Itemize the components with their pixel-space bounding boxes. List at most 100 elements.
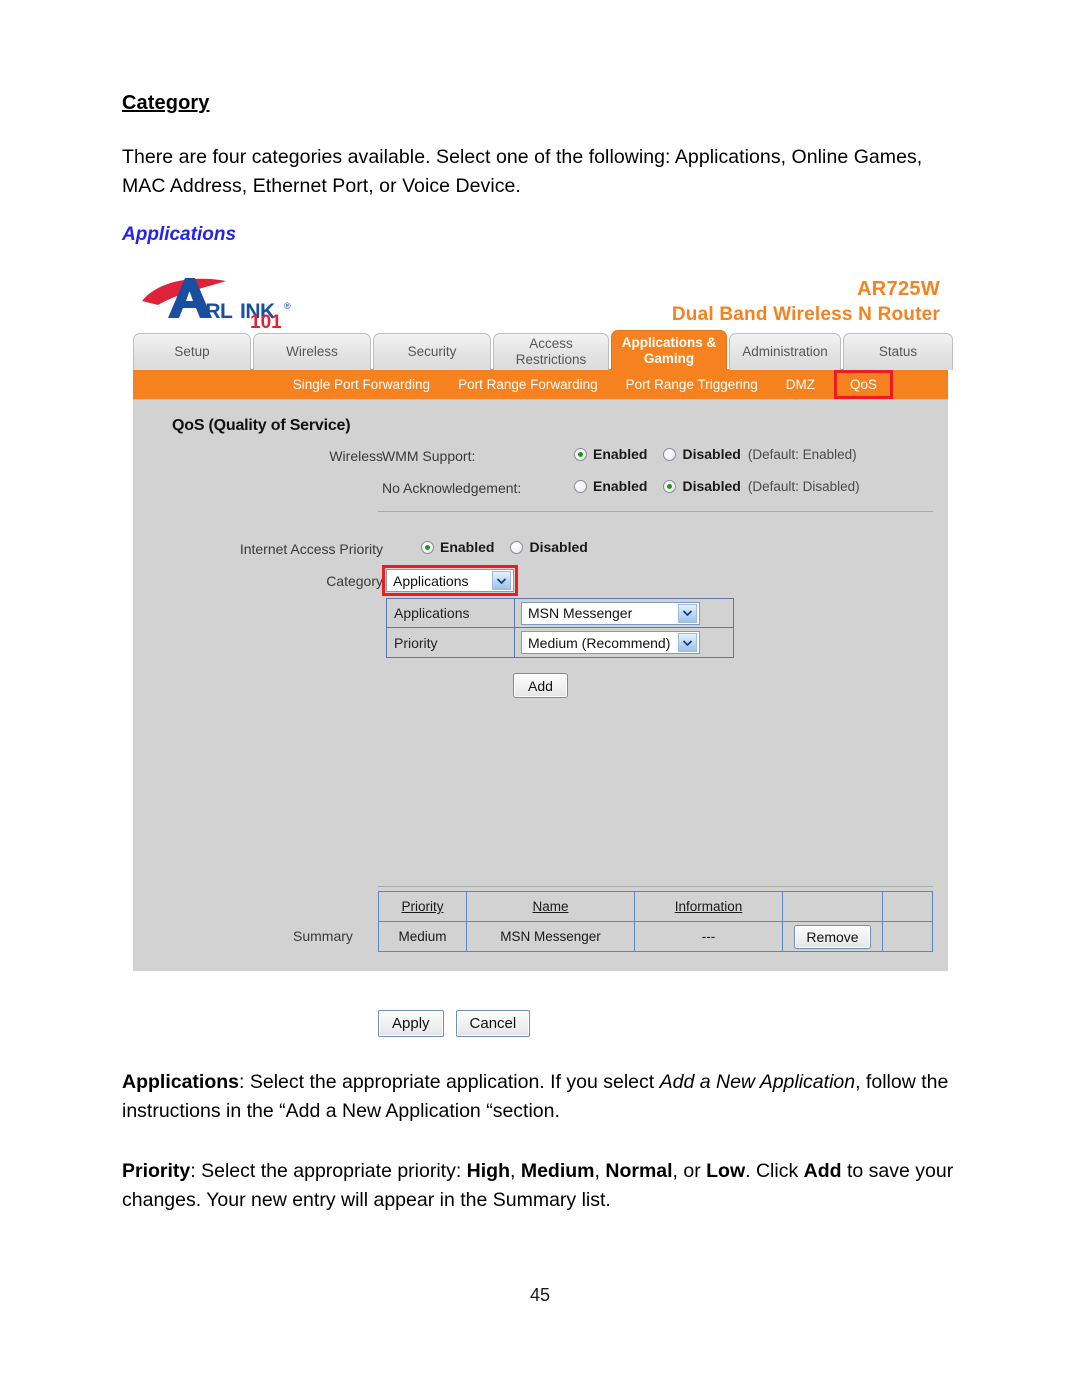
category-label: Category	[326, 573, 383, 589]
priority-row-value-cell: Medium (Recommend)	[515, 628, 733, 657]
tab-setup[interactable]: Setup	[133, 333, 251, 370]
applications-row-value-cell: MSN Messenger	[515, 599, 733, 627]
subnav-qos[interactable]: QoS	[833, 369, 894, 399]
document-top-text: Category There are four categories avail…	[122, 0, 962, 246]
internet-access-priority-radio-group: Enabled Disabled	[421, 539, 595, 555]
tab-applications-and-gaming[interactable]: Applications & Gaming	[611, 330, 727, 370]
tab-status[interactable]: Status	[843, 333, 953, 370]
tab-security[interactable]: Security	[373, 333, 491, 370]
tab-access-restrictions[interactable]: Access Restrictions	[493, 333, 609, 370]
tab-administration[interactable]: Administration	[729, 333, 841, 370]
priority-select[interactable]: Medium (Recommend)	[521, 631, 700, 654]
intro-paragraph: There are four categories available. Sel…	[122, 146, 923, 197]
applications-note-italic: Add a New Application	[659, 1071, 856, 1093]
remove-button[interactable]: Remove	[794, 924, 871, 949]
iap-enabled-label: Enabled	[440, 539, 495, 555]
subnav-dmz[interactable]: DMZ	[786, 377, 815, 392]
summary-cell-information: ---	[634, 921, 783, 952]
priority-sep-1: ,	[510, 1160, 521, 1182]
summary-col-name: Name	[466, 891, 635, 922]
wmm-disabled-radio[interactable]	[663, 447, 677, 461]
summary-cell-action: Remove	[782, 921, 883, 952]
summary-col-action	[782, 891, 883, 922]
section-divider-top	[378, 511, 933, 512]
priority-select-value: Medium (Recommend)	[528, 634, 671, 651]
svg-text:IRL: IRL	[200, 300, 233, 323]
tab-wireless[interactable]: Wireless	[253, 333, 371, 370]
svg-text:®: ®	[284, 301, 291, 311]
wmm-enabled-radio[interactable]	[574, 447, 587, 461]
priority-note-paragraph: Priority: Select the appropriate priorit…	[122, 1157, 962, 1215]
priority-option-normal: Normal	[605, 1160, 673, 1182]
summary-col-priority: Priority	[378, 891, 467, 922]
wireless-section-label: Wireless	[329, 448, 383, 464]
svg-text:101: 101	[250, 312, 282, 329]
summary-label: Summary	[293, 928, 353, 944]
summary-col-blank	[882, 891, 933, 922]
applications-row-label: Applications	[387, 599, 515, 627]
applications-row: Applications MSN Messenger	[387, 599, 733, 628]
wmm-default-note: (Default: Enabled)	[747, 446, 857, 462]
main-tab-bar: Setup Wireless Security Access Restricti…	[133, 330, 953, 370]
no-ack-enabled-label: Enabled	[593, 478, 648, 494]
sub-navigation-bar: Single Port Forwarding Port Range Forwar…	[133, 369, 948, 399]
wmm-disabled-label: Disabled	[682, 446, 741, 462]
summary-cell-priority: Medium	[378, 921, 467, 952]
apply-button[interactable]: Apply	[378, 1010, 444, 1037]
summary-col-information: Information	[634, 891, 783, 922]
priority-sep-3: , or	[672, 1160, 707, 1182]
iap-disabled-radio[interactable]	[510, 540, 524, 554]
page-title: Category	[122, 92, 210, 114]
summary-cell-name: MSN Messenger	[466, 921, 635, 952]
priority-row: Priority Medium (Recommend)	[387, 628, 733, 657]
applications-note-term: Applications	[122, 1071, 240, 1093]
section-subheading: Applications	[122, 224, 237, 245]
qos-settings-panel: QoS (Quality of Service) Wireless WMM Su…	[133, 399, 948, 971]
wmm-enabled-label: Enabled	[593, 446, 648, 462]
priority-sep-2: ,	[594, 1160, 606, 1182]
cancel-button[interactable]: Cancel	[455, 1010, 531, 1037]
no-ack-disabled-label: Disabled	[682, 478, 741, 494]
table-row: Medium MSN Messenger --- Remove	[378, 921, 933, 952]
category-highlight-box	[382, 565, 518, 596]
panel-title: QoS (Quality of Service)	[172, 417, 351, 434]
summary-cell-blank	[882, 921, 933, 952]
summary-table: Priority Name Information Medium MSN Mes…	[378, 891, 933, 952]
no-ack-default-note: (Default: Disabled)	[747, 478, 860, 494]
applications-note-part1: : Select the appropriate application. If…	[239, 1071, 660, 1093]
no-ack-enabled-radio[interactable]	[574, 479, 587, 493]
priority-sep-4: . Click	[745, 1160, 804, 1182]
applications-select-value: MSN Messenger	[528, 605, 633, 621]
wmm-support-radio-group: Enabled Disabled (Default: Enabled)	[574, 446, 857, 462]
iap-disabled-label: Disabled	[529, 539, 588, 555]
section-divider-bottom	[378, 886, 933, 887]
iap-enabled-radio[interactable]	[421, 540, 434, 554]
priority-option-low: Low	[706, 1160, 746, 1182]
router-admin-screenshot: IRL INK ® 101 AR725W Dual Band Wireless …	[133, 267, 953, 971]
summary-header-row: Priority Name Information	[378, 891, 933, 922]
wmm-support-label: WMM Support:	[382, 448, 476, 464]
no-ack-disabled-radio[interactable]	[663, 479, 677, 493]
airlink-logo: IRL INK ® 101	[138, 271, 348, 329]
priority-option-high: High	[466, 1160, 510, 1182]
add-button-row: Add	[133, 673, 948, 698]
applications-note-paragraph: Applications: Select the appropriate app…	[122, 1068, 962, 1126]
qos-entry-table: Applications MSN Messenger Priority Medi…	[386, 598, 734, 658]
router-model-name: AR725W	[857, 278, 940, 300]
add-button[interactable]: Add	[513, 673, 568, 698]
no-acknowledgement-label: No Acknowledgement:	[382, 480, 522, 496]
internet-access-priority-label: Internet Access Priority	[239, 541, 383, 557]
router-model-description: Dual Band Wireless N Router	[671, 303, 940, 325]
router-model-block: AR725W Dual Band Wireless N Router	[672, 277, 940, 327]
page-number: 45	[529, 1285, 551, 1305]
subnav-port-range-forwarding[interactable]: Port Range Forwarding	[458, 377, 598, 392]
priority-note-term: Priority	[122, 1160, 191, 1182]
document-bottom-text: Applications: Select the appropriate app…	[122, 1068, 962, 1246]
subnav-port-range-triggering[interactable]: Port Range Triggering	[626, 377, 758, 392]
priority-add-keyword: Add	[803, 1160, 842, 1182]
applications-select[interactable]: MSN Messenger	[521, 601, 700, 625]
chevron-down-icon	[678, 603, 697, 623]
priority-note-part1: : Select the appropriate priority:	[190, 1160, 467, 1182]
no-acknowledgement-radio-group: Enabled Disabled (Default: Disabled)	[574, 478, 860, 494]
subnav-single-port-forwarding[interactable]: Single Port Forwarding	[293, 377, 430, 392]
